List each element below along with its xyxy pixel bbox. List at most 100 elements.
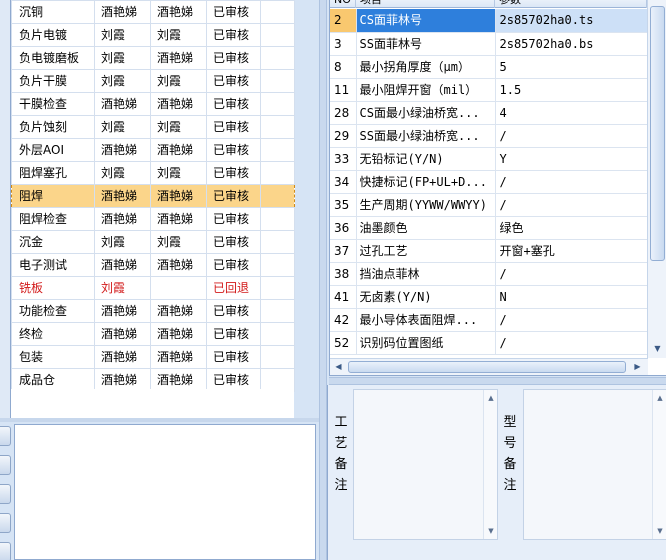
process-row[interactable]: 负片电镀 刘霞 刘霞 已审核 xyxy=(11,23,295,47)
extra-cell[interactable] xyxy=(260,299,295,323)
item-cell[interactable]: 最小拐角厚度（μm） xyxy=(356,55,496,79)
row-number-cell[interactable]: 34 xyxy=(330,170,357,194)
process-name-cell[interactable]: 终检 xyxy=(11,322,95,346)
row-number-cell[interactable]: 36 xyxy=(330,216,357,240)
row-number-cell[interactable]: 11 xyxy=(330,78,357,102)
side-tool-button-1[interactable] xyxy=(0,426,11,446)
status-cell[interactable]: 已审核 xyxy=(206,0,261,24)
process-row[interactable]: 功能检查 酒艳娣 酒艳娣 已审核 xyxy=(11,299,295,323)
item-cell[interactable]: SS面最小绿油桥宽... xyxy=(356,124,496,148)
extra-cell[interactable] xyxy=(260,184,295,208)
process-name-cell[interactable]: 阻焊 xyxy=(11,184,95,208)
header-no[interactable]: NO xyxy=(330,0,356,8)
scroll-left-arrow-icon[interactable]: ◀ xyxy=(331,359,346,375)
parameter-row[interactable]: 37 过孔工艺 开窗+塞孔 xyxy=(330,239,648,263)
param-cell[interactable]: / xyxy=(495,331,648,355)
param-cell[interactable]: 2s85702ha0.ts xyxy=(495,9,648,33)
process-name-cell[interactable]: 外层AOI xyxy=(11,138,95,162)
vertical-splitter[interactable] xyxy=(319,0,327,560)
item-cell[interactable]: 最小导体表面阻焊... xyxy=(356,308,496,332)
process-row[interactable]: 负片蚀刻 刘霞 刘霞 已审核 xyxy=(11,115,295,139)
model-note-scrollbar[interactable]: ▲ ▼ xyxy=(652,390,666,539)
process-name-cell[interactable]: 铣板 xyxy=(11,276,95,300)
process-row[interactable]: 负片干膜 刘霞 刘霞 已审核 xyxy=(11,69,295,93)
param-cell[interactable]: 1.5 xyxy=(495,78,648,102)
item-cell[interactable]: 生产周期(YYWW/WWYY) xyxy=(356,193,496,217)
grid-horizontal-scrollbar[interactable]: ◀ ▶ xyxy=(330,358,648,375)
process-row[interactable]: 电子测试 酒艳娣 酒艳娣 已审核 xyxy=(11,253,295,277)
reviewer-cell[interactable]: 酒艳娣 xyxy=(150,184,207,208)
process-name-cell[interactable]: 负片干膜 xyxy=(11,69,95,93)
grid-vertical-scrollbar[interactable]: ▼ xyxy=(647,0,666,358)
parameter-row[interactable]: 42 最小导体表面阻焊... / xyxy=(330,308,648,332)
parameter-row[interactable]: 38 挡油点菲林 / xyxy=(330,262,648,286)
row-number-cell[interactable]: 8 xyxy=(330,55,357,79)
row-number-cell[interactable]: 2 xyxy=(330,9,357,33)
process-row[interactable]: 外层AOI 酒艳娣 酒艳娣 已审核 xyxy=(11,138,295,162)
operator-cell[interactable]: 酒艳娣 xyxy=(94,253,151,277)
reviewer-cell[interactable]: 刘霞 xyxy=(150,69,207,93)
item-cell[interactable]: CS面最小绿油桥宽... xyxy=(356,101,496,125)
reviewer-cell[interactable]: 酒艳娣 xyxy=(150,0,207,24)
row-number-cell[interactable]: 37 xyxy=(330,239,357,263)
operator-cell[interactable]: 刘霞 xyxy=(94,161,151,185)
reviewer-cell[interactable]: 刘霞 xyxy=(150,161,207,185)
memo-textarea[interactable] xyxy=(14,424,316,560)
parameter-row[interactable]: 28 CS面最小绿油桥宽... 4 xyxy=(330,101,648,125)
param-cell[interactable]: / xyxy=(495,193,648,217)
status-cell[interactable]: 已审核 xyxy=(206,138,261,162)
header-item[interactable]: 项目 xyxy=(356,0,495,8)
item-cell[interactable]: 过孔工艺 xyxy=(356,239,496,263)
status-cell[interactable]: 已审核 xyxy=(206,345,261,369)
side-tool-button-2[interactable] xyxy=(0,455,11,475)
item-cell[interactable]: 无卤素(Y/N) xyxy=(356,285,496,309)
process-name-cell[interactable]: 阻焊检查 xyxy=(11,207,95,231)
extra-cell[interactable] xyxy=(260,253,295,277)
param-cell[interactable]: 5 xyxy=(495,55,648,79)
item-cell[interactable]: 最小阻焊开窗（mil） xyxy=(356,78,496,102)
extra-cell[interactable] xyxy=(260,161,295,185)
status-cell[interactable]: 已审核 xyxy=(206,23,261,47)
operator-cell[interactable]: 酒艳娣 xyxy=(94,138,151,162)
status-cell[interactable]: 已审核 xyxy=(206,207,261,231)
reviewer-cell[interactable]: 刘霞 xyxy=(150,230,207,254)
row-number-cell[interactable]: 42 xyxy=(330,308,357,332)
process-row[interactable]: 包装 酒艳娣 酒艳娣 已审核 xyxy=(11,345,295,369)
status-cell[interactable]: 已审核 xyxy=(206,115,261,139)
extra-cell[interactable] xyxy=(260,92,295,116)
status-cell[interactable]: 已审核 xyxy=(206,161,261,185)
model-note-textarea[interactable]: ▲ ▼ xyxy=(523,389,666,540)
process-name-cell[interactable]: 负片电镀 xyxy=(11,23,95,47)
parameter-row[interactable]: 8 最小拐角厚度（μm） 5 xyxy=(330,55,648,79)
extra-cell[interactable] xyxy=(260,230,295,254)
row-number-cell[interactable]: 3 xyxy=(330,32,357,56)
extra-cell[interactable] xyxy=(260,115,295,139)
parameter-row[interactable]: 36 油墨颜色 绿色 xyxy=(330,216,648,240)
param-cell[interactable]: / xyxy=(495,170,648,194)
extra-cell[interactable] xyxy=(260,345,295,369)
operator-cell[interactable]: 酒艳娣 xyxy=(94,345,151,369)
process-row[interactable]: 负电镀磨板 刘霞 酒艳娣 已审核 xyxy=(11,46,295,70)
operator-cell[interactable]: 酒艳娣 xyxy=(94,184,151,208)
item-cell[interactable]: 挡油点菲林 xyxy=(356,262,496,286)
item-cell[interactable]: 无铅标记(Y/N) xyxy=(356,147,496,171)
process-row[interactable]: 阻焊塞孔 刘霞 刘霞 已审核 xyxy=(11,161,295,185)
process-name-cell[interactable]: 包装 xyxy=(11,345,95,369)
process-name-cell[interactable]: 负片蚀刻 xyxy=(11,115,95,139)
parameter-row[interactable]: 34 快捷标记(FP+UL+D... / xyxy=(330,170,648,194)
process-note-scrollbar[interactable]: ▲ ▼ xyxy=(483,390,497,539)
operator-cell[interactable]: 刘霞 xyxy=(94,115,151,139)
side-tool-button-4[interactable] xyxy=(0,513,11,533)
operator-cell[interactable]: 酒艳娣 xyxy=(94,322,151,346)
scroll-down-arrow-icon[interactable]: ▼ xyxy=(484,525,498,537)
item-cell[interactable]: CS面菲林号 xyxy=(356,9,496,33)
status-cell[interactable]: 已审核 xyxy=(206,299,261,323)
operator-cell[interactable]: 刘霞 xyxy=(94,69,151,93)
extra-cell[interactable] xyxy=(260,46,295,70)
reviewer-cell[interactable]: 刘霞 xyxy=(150,23,207,47)
process-name-cell[interactable]: 干膜检查 xyxy=(11,92,95,116)
reviewer-cell[interactable]: 酒艳娣 xyxy=(150,92,207,116)
reviewer-cell[interactable]: 酒艳娣 xyxy=(150,322,207,346)
process-row[interactable]: 沉铜 酒艳娣 酒艳娣 已审核 xyxy=(11,0,295,24)
process-row[interactable]: 干膜检查 酒艳娣 酒艳娣 已审核 xyxy=(11,92,295,116)
